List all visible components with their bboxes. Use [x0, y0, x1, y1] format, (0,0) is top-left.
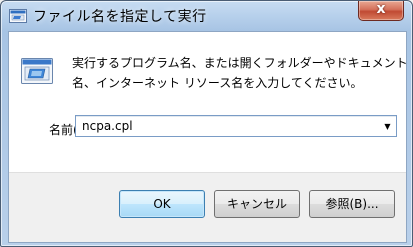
close-button[interactable]: x — [358, 1, 404, 21]
browse-button[interactable]: 参照(B)... — [309, 190, 395, 218]
description-line-1: 実行するプログラム名、または開くフォルダーやドキュメント — [72, 56, 408, 70]
dialog-content: 実行するプログラム名、または開くフォルダーやドキュメント 名、インターネット リ… — [9, 32, 408, 172]
description-text: 実行するプログラム名、または開くフォルダーやドキュメント 名、インターネット リ… — [72, 53, 408, 93]
dialog-client-area: 実行するプログラム名、または開くフォルダーやドキュメント 名、インターネット リ… — [8, 31, 408, 243]
window-title: ファイル名を指定して実行 — [33, 9, 207, 25]
name-input[interactable]: ncpa.cpl — [82, 119, 133, 133]
run-dialog-icon — [21, 58, 53, 84]
cancel-button[interactable]: キャンセル — [214, 190, 300, 218]
run-app-icon — [9, 8, 27, 24]
chevron-down-icon[interactable]: ▼ — [379, 116, 396, 136]
ok-button[interactable]: OK — [119, 190, 205, 218]
close-icon: x — [376, 1, 386, 17]
title-bar[interactable]: ファイル名を指定して実行 x — [1, 1, 412, 31]
description-line-2: 名、インターネット リソース名を入力してください。 — [72, 76, 363, 90]
name-combobox[interactable]: ncpa.cpl ▼ — [75, 115, 397, 137]
footer-divider — [9, 172, 406, 173]
run-dialog-window: ファイル名を指定して実行 x 実行するプログラム名、または開くフォルダーやドキュ… — [0, 0, 413, 247]
